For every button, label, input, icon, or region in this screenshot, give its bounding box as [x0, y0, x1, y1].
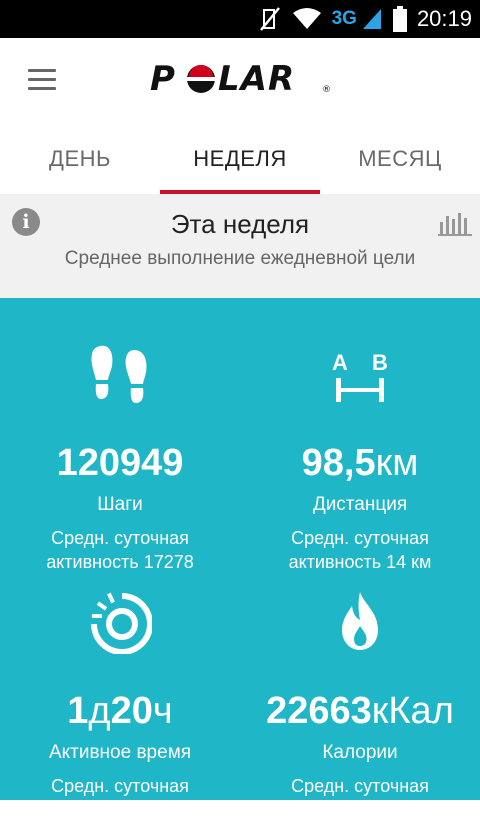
network-type: 3G — [331, 8, 357, 29]
distance-card: A B 98,5км Дистанция Средн. суточная акт… — [240, 334, 480, 574]
steps-average: Средн. суточная активность 17278 — [46, 528, 194, 572]
week-subtitle: Среднее выполнение ежедневной цели — [64, 248, 416, 269]
distance-value: 98,5км — [301, 442, 419, 484]
period-tabs: ДЕНЬ НЕДЕЛЯ МЕСЯЦ — [0, 124, 480, 194]
status-bar: 3G 20:19 — [0, 0, 480, 38]
active-time-value: 1д20ч — [67, 690, 173, 732]
menu-icon[interactable] — [28, 69, 56, 91]
footprints-icon — [91, 345, 147, 404]
active-time-card: 1д20ч Активное время Средн. суточная акт… — [0, 582, 240, 822]
svg-text:A: A — [332, 350, 348, 375]
stats-panel: 120949 Шаги Средн. суточная активность 1… — [0, 298, 480, 820]
polar-logo: P LAR ® — [150, 60, 331, 96]
app-bar: P LAR ® — [0, 38, 480, 124]
steps-card: 120949 Шаги Средн. суточная активность 1… — [0, 334, 240, 574]
steps-value: 120949 — [56, 442, 184, 484]
svg-text:B: B — [372, 350, 388, 375]
svg-text:®: ® — [322, 85, 331, 95]
calories-value: 22663кКал — [266, 690, 454, 732]
active-time-label: Активное время — [48, 742, 192, 763]
distance-average: Средн. суточная активность 14 км — [288, 528, 432, 572]
svg-text:P: P — [150, 60, 176, 96]
tab-day[interactable]: ДЕНЬ — [0, 124, 160, 194]
distance-label: Дистанция — [312, 494, 408, 515]
calories-average: Средн. суточная активность 3237 — [291, 776, 429, 820]
tab-week[interactable]: НЕДЕЛЯ — [160, 124, 320, 194]
clock: 20:19 — [416, 6, 472, 31]
week-title: Эта неделя — [170, 209, 310, 239]
steps-label: Шаги — [97, 494, 143, 515]
distance-ab-icon: A B — [332, 350, 388, 402]
wifi-icon — [292, 8, 321, 29]
mute-icon — [259, 7, 280, 31]
active-time-average: Средн. суточная активность 6ч23мин — [35, 776, 205, 820]
week-summary-header: i Эта неделя Среднее выполнение ежедневн… — [0, 194, 480, 298]
calories-card: 22663кКал Калории Средн. суточная активн… — [240, 582, 480, 822]
svg-text:LAR: LAR — [218, 60, 295, 96]
tab-month[interactable]: МЕСЯЦ — [320, 124, 480, 194]
signal-icon — [362, 9, 381, 29]
battery-icon — [392, 6, 407, 32]
activity-ring-icon — [91, 592, 152, 654]
calories-label: Калории — [322, 742, 398, 763]
bar-chart-icon[interactable] — [438, 210, 472, 236]
flame-icon — [342, 592, 378, 650]
